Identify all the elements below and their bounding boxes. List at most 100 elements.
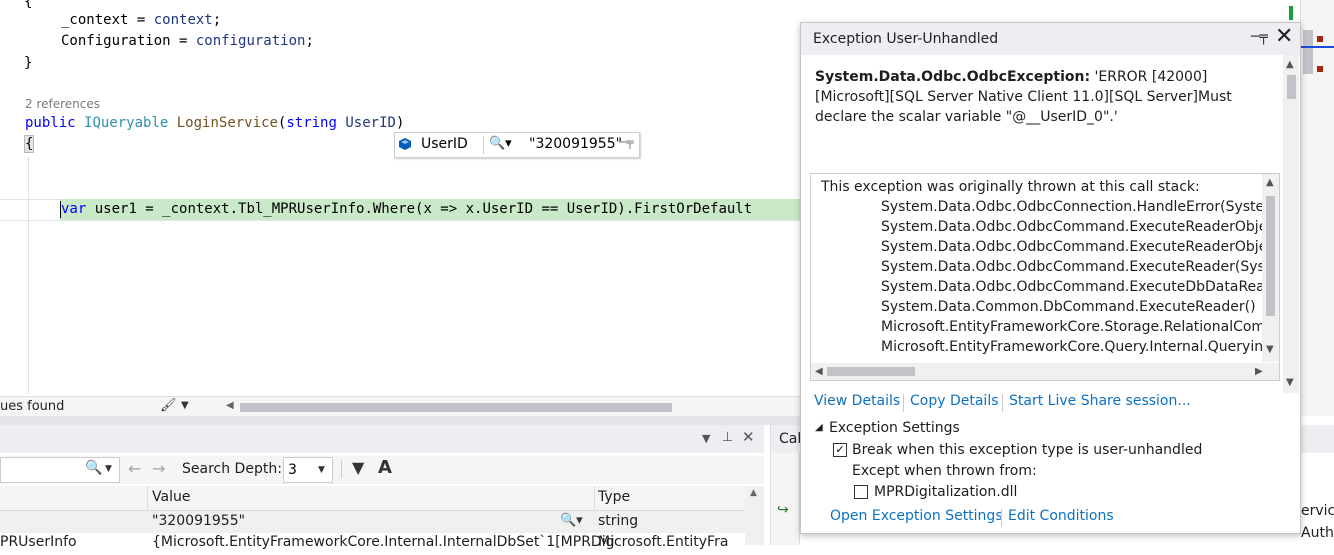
caret: [60, 201, 61, 218]
cell-value[interactable]: "320091955": [152, 513, 245, 529]
collapse-triangle-icon[interactable]: ◢: [815, 422, 823, 433]
popup-vscrollbar[interactable]: ▲ ▼: [1283, 55, 1299, 393]
toolbar-separator: [341, 460, 342, 478]
scroll-thumb[interactable]: [1303, 30, 1313, 74]
chevron-down-icon[interactable]: ▼: [181, 400, 189, 411]
table-row[interactable]: "320091955" 🔍▾ string: [0, 511, 745, 533]
filter-icon[interactable]: ▼: [352, 458, 364, 477]
indent-guide: [28, 158, 29, 394]
code-token: var: [61, 201, 87, 217]
datatip-value[interactable]: "320091955": [529, 136, 622, 152]
stack-frame: Microsoft.EntityFrameworkCore.Query.Inte…: [881, 339, 1265, 355]
magnifier-icon[interactable]: 🔍▾: [489, 136, 512, 151]
forward-arrow-icon[interactable]: →: [152, 459, 165, 478]
exception-settings-header: Exception Settings: [829, 420, 960, 436]
editor-hscrollbar-thumb[interactable]: [240, 403, 672, 412]
stack-frame: Microsoft.EntityFrameworkCore.Storage.Re…: [881, 319, 1265, 335]
scroll-up-arrow-icon[interactable]: ▲: [1266, 177, 1274, 188]
stack-hscrollbar[interactable]: ◀ ▶: [811, 363, 1279, 380]
blue-marker: [1301, 46, 1334, 48]
pin-icon[interactable]: ─╤: [619, 135, 633, 149]
copy-details-link[interactable]: Copy Details: [910, 393, 999, 409]
locals-panel-titlebar: ▼ ⊥ ✕: [0, 425, 764, 453]
live-share-link[interactable]: Start Live Share session...: [1009, 393, 1191, 409]
callstack-row-fragment[interactable]: ervic: [1301, 503, 1334, 519]
scroll-down-arrow-icon[interactable]: ▼: [1266, 344, 1274, 355]
close-icon[interactable]: ✕: [1275, 24, 1293, 49]
breakpoint-marker: [1317, 66, 1323, 72]
cell-type: Microsoft.EntityFra: [598, 534, 729, 550]
scroll-thumb[interactable]: [1287, 75, 1296, 99]
scroll-thumb[interactable]: [1266, 196, 1275, 316]
locals-search-input[interactable]: 🔍 ▼: [0, 457, 120, 483]
pin-icon[interactable]: ⊥: [722, 430, 733, 445]
brush-icon[interactable]: 🖌: [160, 398, 177, 413]
font-size-icon[interactable]: A: [378, 457, 392, 478]
code-token: ;: [305, 33, 314, 49]
code-line: }: [24, 53, 32, 73]
datatip-name: UserID: [421, 136, 468, 152]
current-statement: var user1 = _context.Tbl_MPRUserInfo.Whe…: [61, 199, 752, 219]
break-user-unhandled-checkbox[interactable]: ✓: [833, 443, 847, 457]
table-row[interactable]: PRUserInfo {Microsoft.EntityFrameworkCor…: [0, 533, 745, 555]
breakpoint-marker: [1317, 36, 1323, 42]
code-token: public: [25, 115, 76, 131]
cell-type: string: [598, 513, 639, 529]
magnifier-icon[interactable]: 🔍▾: [560, 513, 583, 528]
exception-type: System.Data.Odbc.OdbcException:: [815, 69, 1091, 85]
code-editor[interactable]: { _context = context; Configuration = co…: [0, 0, 800, 396]
view-details-link[interactable]: View Details: [814, 393, 900, 409]
module-exclusion-label[interactable]: MPRDigitalization.dll: [874, 484, 1017, 500]
code-token: configuration: [195, 33, 306, 49]
editor-right-margin: [1289, 0, 1334, 416]
datatip[interactable]: UserID 🔍▾ "320091955" ─╤: [394, 132, 640, 158]
pin-icon[interactable]: ─╤: [1251, 29, 1268, 45]
callstack-tab-label[interactable]: Cal: [779, 431, 801, 447]
method-signature: public IQueryable LoginService(string Us…: [25, 113, 404, 133]
open-exception-settings-link[interactable]: Open Exception Settings: [830, 508, 1003, 524]
code-token: LoginService: [176, 115, 278, 131]
scroll-right-arrow-icon[interactable]: ▶: [1255, 366, 1263, 377]
brace: {: [24, 0, 33, 10]
issues-status[interactable]: ues found: [0, 399, 64, 414]
code-line: {: [23, 134, 35, 154]
code-token: =: [128, 12, 154, 28]
code-line: Configuration = configuration;: [61, 31, 314, 51]
scroll-marker: [1289, 6, 1293, 20]
call-stack-box[interactable]: This exception was originally thrown at …: [810, 173, 1280, 381]
callstack-row-fragment[interactable]: Authe: [1301, 525, 1334, 541]
locals-vscrollbar[interactable]: ▲: [745, 486, 764, 545]
scroll-down-arrow-icon[interactable]: ▼: [1286, 377, 1294, 388]
code-line: _context = context;: [61, 10, 221, 30]
cell-name: PRUserInfo: [0, 534, 77, 550]
scroll-left-arrow-icon[interactable]: ◀: [226, 400, 234, 411]
search-depth-select[interactable]: 3 ▼: [283, 457, 333, 483]
stack-frame: System.Data.Common.DbCommand.ExecuteRead…: [881, 299, 1256, 315]
editor-status-bar: ues found 🖌 ▼ ◀: [0, 396, 800, 417]
search-icon: 🔍: [85, 460, 103, 476]
code-token: UserID: [345, 115, 396, 131]
codelens-references[interactable]: 2 references: [25, 97, 100, 111]
scroll-up-arrow-icon[interactable]: ▲: [1286, 59, 1294, 70]
scroll-up-arrow-icon[interactable]: ▲: [750, 488, 757, 498]
brace: }: [24, 55, 33, 71]
back-arrow-icon[interactable]: ←: [128, 459, 141, 478]
column-header-value[interactable]: Value: [152, 489, 190, 505]
break-user-unhandled-label[interactable]: Break when this exception type is user-u…: [852, 442, 1202, 458]
column-divider: [147, 486, 148, 510]
module-exclusion-checkbox[interactable]: [854, 485, 868, 499]
stack-vscrollbar[interactable]: ▲ ▼: [1262, 174, 1279, 362]
chevron-down-icon[interactable]: ▼: [105, 464, 112, 474]
code-token: string: [286, 115, 337, 131]
search-depth-value: 3: [288, 462, 297, 478]
column-header-type[interactable]: Type: [598, 489, 630, 505]
edit-conditions-link[interactable]: Edit Conditions: [1008, 508, 1114, 524]
stack-frame: System.Data.Odbc.OdbcCommand.ExecuteRead…: [881, 239, 1265, 255]
chevron-down-icon[interactable]: ▼: [702, 432, 710, 445]
scroll-thumb[interactable]: [827, 367, 915, 376]
cell-value[interactable]: {Microsoft.EntityFrameworkCore.Internal.…: [152, 534, 615, 550]
call-stack-header: This exception was originally thrown at …: [821, 179, 1200, 195]
scroll-left-arrow-icon[interactable]: ◀: [815, 366, 823, 377]
code-token: Configuration: [61, 33, 171, 49]
close-icon[interactable]: ✕: [742, 428, 755, 446]
